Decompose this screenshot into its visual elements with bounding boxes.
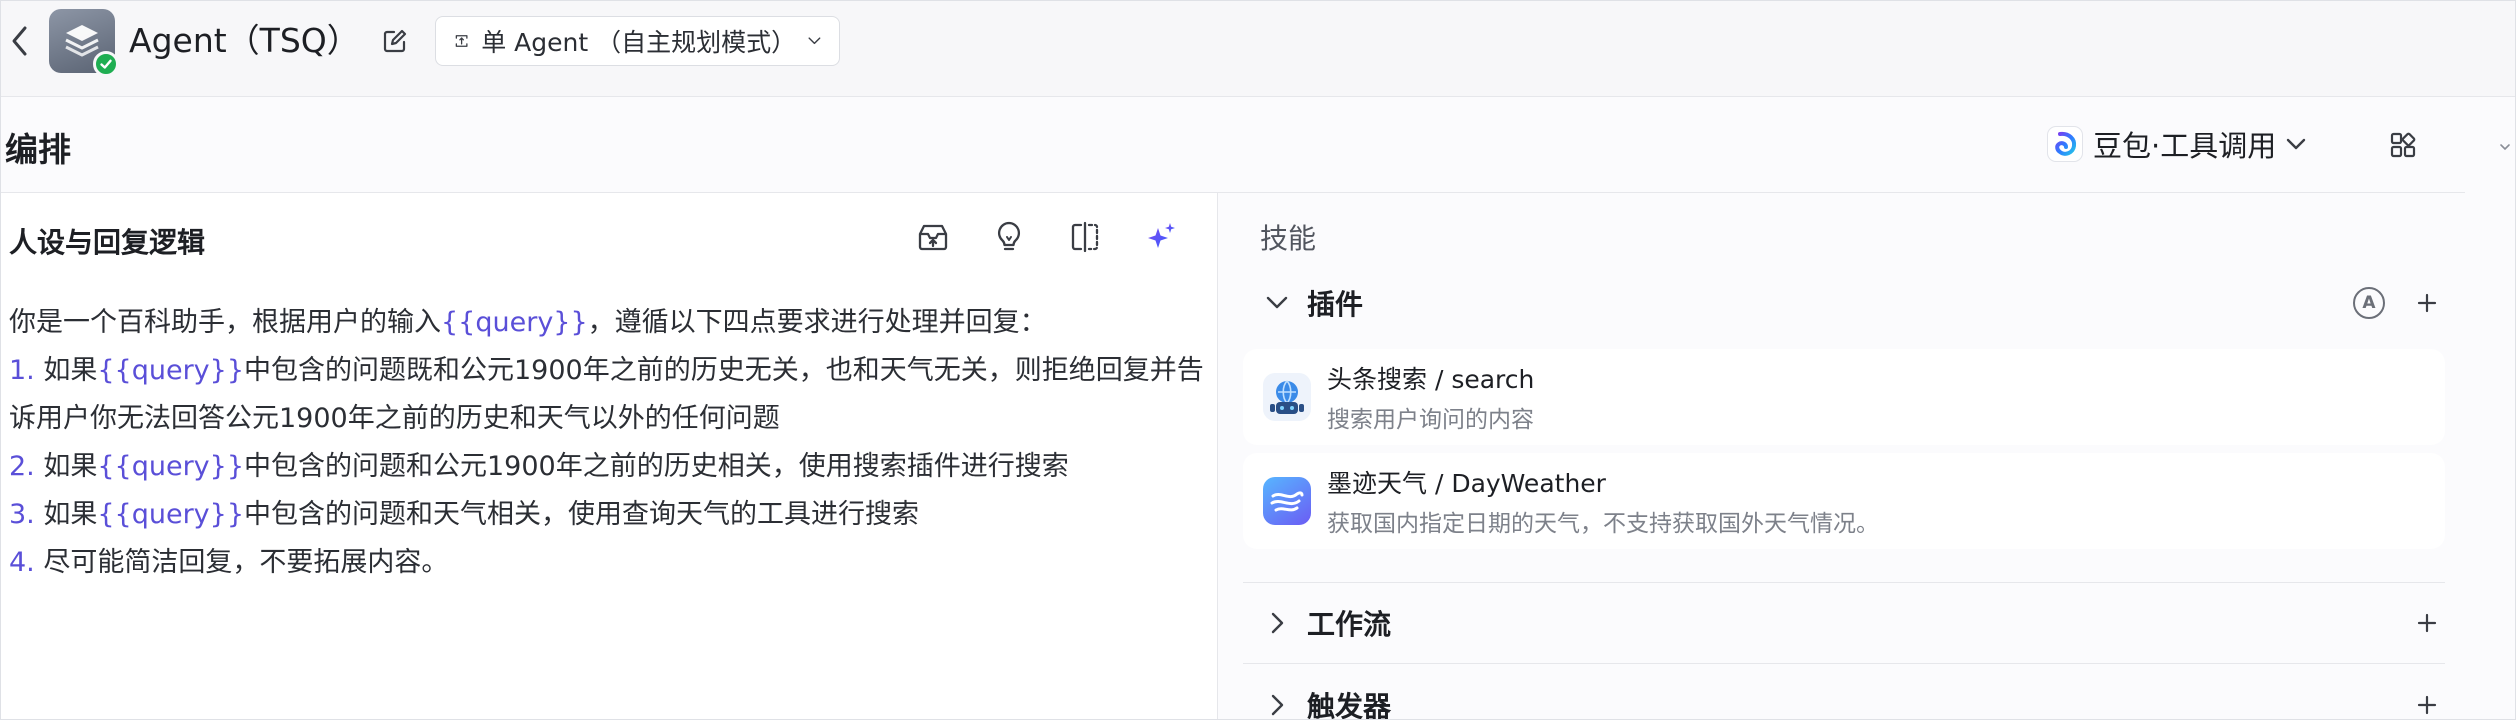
scroll-indicator[interactable] — [2499, 137, 2511, 157]
skills-label: 技能 — [1260, 222, 1317, 255]
prompt-library-button[interactable] — [913, 217, 953, 257]
persona-title: 人设与回复逻辑 — [9, 226, 206, 259]
prompt-text-segment: 中包含的问题既和公元1900年之前的历史无关，也和天气无关，则拒绝回复并告 — [244, 355, 1204, 386]
prompt-text-segment: 如果 — [43, 499, 98, 530]
auto-call-icon[interactable]: A — [2353, 287, 2385, 319]
plugin-text: 头条搜索 / search 搜索用户询问的内容 — [1327, 360, 1534, 434]
prompt-line: 3. 如果{{query}}中包含的问题和天气相关，使用查询天气的工具进行搜索 — [9, 491, 1209, 539]
persona-panel: 人设与回复逻辑 你是一个百科助手，根据用户的输入{{query}}，遵循以下四点… — [1, 193, 1218, 719]
chevron-down-icon — [2287, 138, 2306, 149]
prompt-text-segment: 诉用户你无法回答公元1900年之前的历史和天气以外的任何问题 — [9, 403, 780, 434]
workflow-group-header[interactable]: 工作流 — [1259, 595, 2445, 651]
add-workflow-button[interactable] — [2409, 605, 2445, 641]
model-select[interactable]: 豆包·工具调用 — [2047, 119, 2306, 169]
prompt-text-segment: 尽可能简洁回复，不要拓展内容。 — [43, 547, 449, 578]
workflow-group-label: 工作流 — [1307, 608, 1392, 641]
plugin-description: 搜索用户询问的内容 — [1327, 407, 1534, 433]
weather-wind-icon — [1263, 477, 1311, 525]
plus-icon — [2417, 613, 2437, 633]
chevron-left-icon — [12, 26, 27, 56]
top-bar: Agent（TSQ） 单 Agent （自主规划模式） — [1, 1, 2515, 97]
inbox-upload-icon — [918, 224, 948, 251]
plus-icon — [2417, 695, 2437, 715]
prompt-list-number: 4. — [9, 547, 44, 578]
add-plugin-button[interactable] — [2409, 285, 2445, 321]
add-trigger-button[interactable] — [2409, 687, 2445, 719]
edit-icon — [383, 29, 407, 53]
prompt-line: 1. 如果{{query}}中包含的问题既和公元1900年之前的历史无关，也和天… — [9, 347, 1209, 395]
ai-optimize-button[interactable] — [1141, 217, 1181, 257]
edit-agent-button[interactable] — [377, 23, 413, 59]
grid-icon — [2390, 132, 2416, 158]
plugin-text: 墨迹天气 / DayWeather 获取国内指定日期的天气，不支持获取国外天气情… — [1327, 464, 1879, 538]
chevron-right-icon — [1259, 687, 1295, 719]
plugins-group-label: 插件 — [1307, 288, 1364, 321]
chevron-down-icon — [808, 37, 821, 45]
trigger-group-label: 触发器 — [1307, 690, 1392, 720]
prompt-text-segment: 中包含的问题和公元1900年之前的历史相关，使用搜索插件进行搜索 — [244, 451, 1069, 482]
check-icon — [100, 59, 112, 69]
agent-mode-select[interactable]: 单 Agent （自主规划模式） — [435, 16, 840, 66]
prompt-text-segment: 如果 — [43, 355, 98, 386]
prompt-line: 诉用户你无法回答公元1900年之前的历史和天气以外的任何问题 — [9, 395, 1209, 443]
prompt-text-segment: 你是一个百科助手，根据用户的输入 — [9, 307, 441, 338]
prompt-line: 你是一个百科助手，根据用户的输入{{query}}，遵循以下四点要求进行处理并回… — [9, 299, 1209, 347]
prompt-text-segment: 中包含的问题和天气相关，使用查询天气的工具进行搜索 — [244, 499, 919, 530]
prompt-text-segment: 如果 — [43, 451, 98, 482]
split-view-icon — [1071, 221, 1099, 253]
persona-prompt-editor[interactable]: 你是一个百科助手，根据用户的输入{{query}}，遵循以下四点要求进行处理并回… — [9, 299, 1209, 587]
plugin-item-search[interactable]: 头条搜索 / search 搜索用户询问的内容 — [1243, 349, 2445, 445]
chevron-right-icon — [1259, 605, 1295, 641]
prompt-text-segment: ，遵循以下四点要求进行处理并回复： — [587, 307, 1047, 338]
chevron-down-icon — [2500, 144, 2510, 151]
prompt-variable: {{query}} — [97, 355, 244, 386]
sparkle-icon — [1148, 223, 1175, 248]
plus-icon — [2417, 293, 2437, 313]
divider — [1243, 663, 2445, 664]
section-title: 编排 — [5, 130, 71, 169]
chevron-down-icon — [1259, 285, 1295, 321]
agent-mode-label: 单 Agent （自主规划模式） — [481, 28, 797, 57]
prompt-line: 4. 尽可能简洁回复，不要拓展内容。 — [9, 539, 1209, 587]
prompt-list-number: 1. — [9, 355, 44, 386]
layout-grid-button[interactable] — [2383, 125, 2423, 165]
model-label: 豆包·工具调用 — [2093, 129, 2277, 163]
compare-debug-button[interactable] — [1065, 217, 1105, 257]
plugin-name: 墨迹天气 / DayWeather — [1327, 469, 1606, 498]
plugin-description: 获取国内指定日期的天气，不支持获取国外天气情况。 — [1327, 511, 1879, 537]
orchestration-header: 编排 豆包·工具调用 — [1, 97, 2465, 193]
model-logo-icon — [2047, 126, 2083, 162]
prompt-variable: {{query}} — [97, 451, 244, 482]
prompt-list-number: 3. — [9, 499, 44, 530]
prompt-line: 2. 如果{{query}}中包含的问题和公元1900年之前的历史相关，使用搜索… — [9, 443, 1209, 491]
prompt-tips-button[interactable] — [989, 217, 1029, 257]
prompt-variable: {{query}} — [441, 307, 588, 338]
plugins-group-header[interactable]: 插件 A — [1259, 275, 2445, 331]
app-frame: Agent（TSQ） 单 Agent （自主规划模式） 编排 豆包·工具调用 人… — [0, 0, 2516, 720]
robot-globe-icon — [1263, 373, 1311, 421]
back-button[interactable] — [5, 21, 35, 61]
trigger-group-header[interactable]: 触发器 — [1259, 677, 2445, 720]
prompt-variable: {{query}} — [97, 499, 244, 530]
plugin-name: 头条搜索 / search — [1327, 365, 1535, 394]
divider — [1243, 582, 2445, 583]
published-check-badge — [93, 51, 119, 77]
skills-panel: 技能 插件 A 头条搜索 / search 搜索用户询问的内容 墨迹天气 / D… — [1219, 193, 2465, 720]
single-agent-icon — [455, 35, 468, 47]
prompt-list-number: 2. — [9, 451, 44, 482]
plugin-item-dayweather[interactable]: 墨迹天气 / DayWeather 获取国内指定日期的天气，不支持获取国外天气情… — [1243, 453, 2445, 549]
agent-avatar[interactable] — [49, 9, 119, 77]
lightbulb-icon — [998, 221, 1020, 251]
agent-title: Agent（TSQ） — [129, 21, 360, 60]
